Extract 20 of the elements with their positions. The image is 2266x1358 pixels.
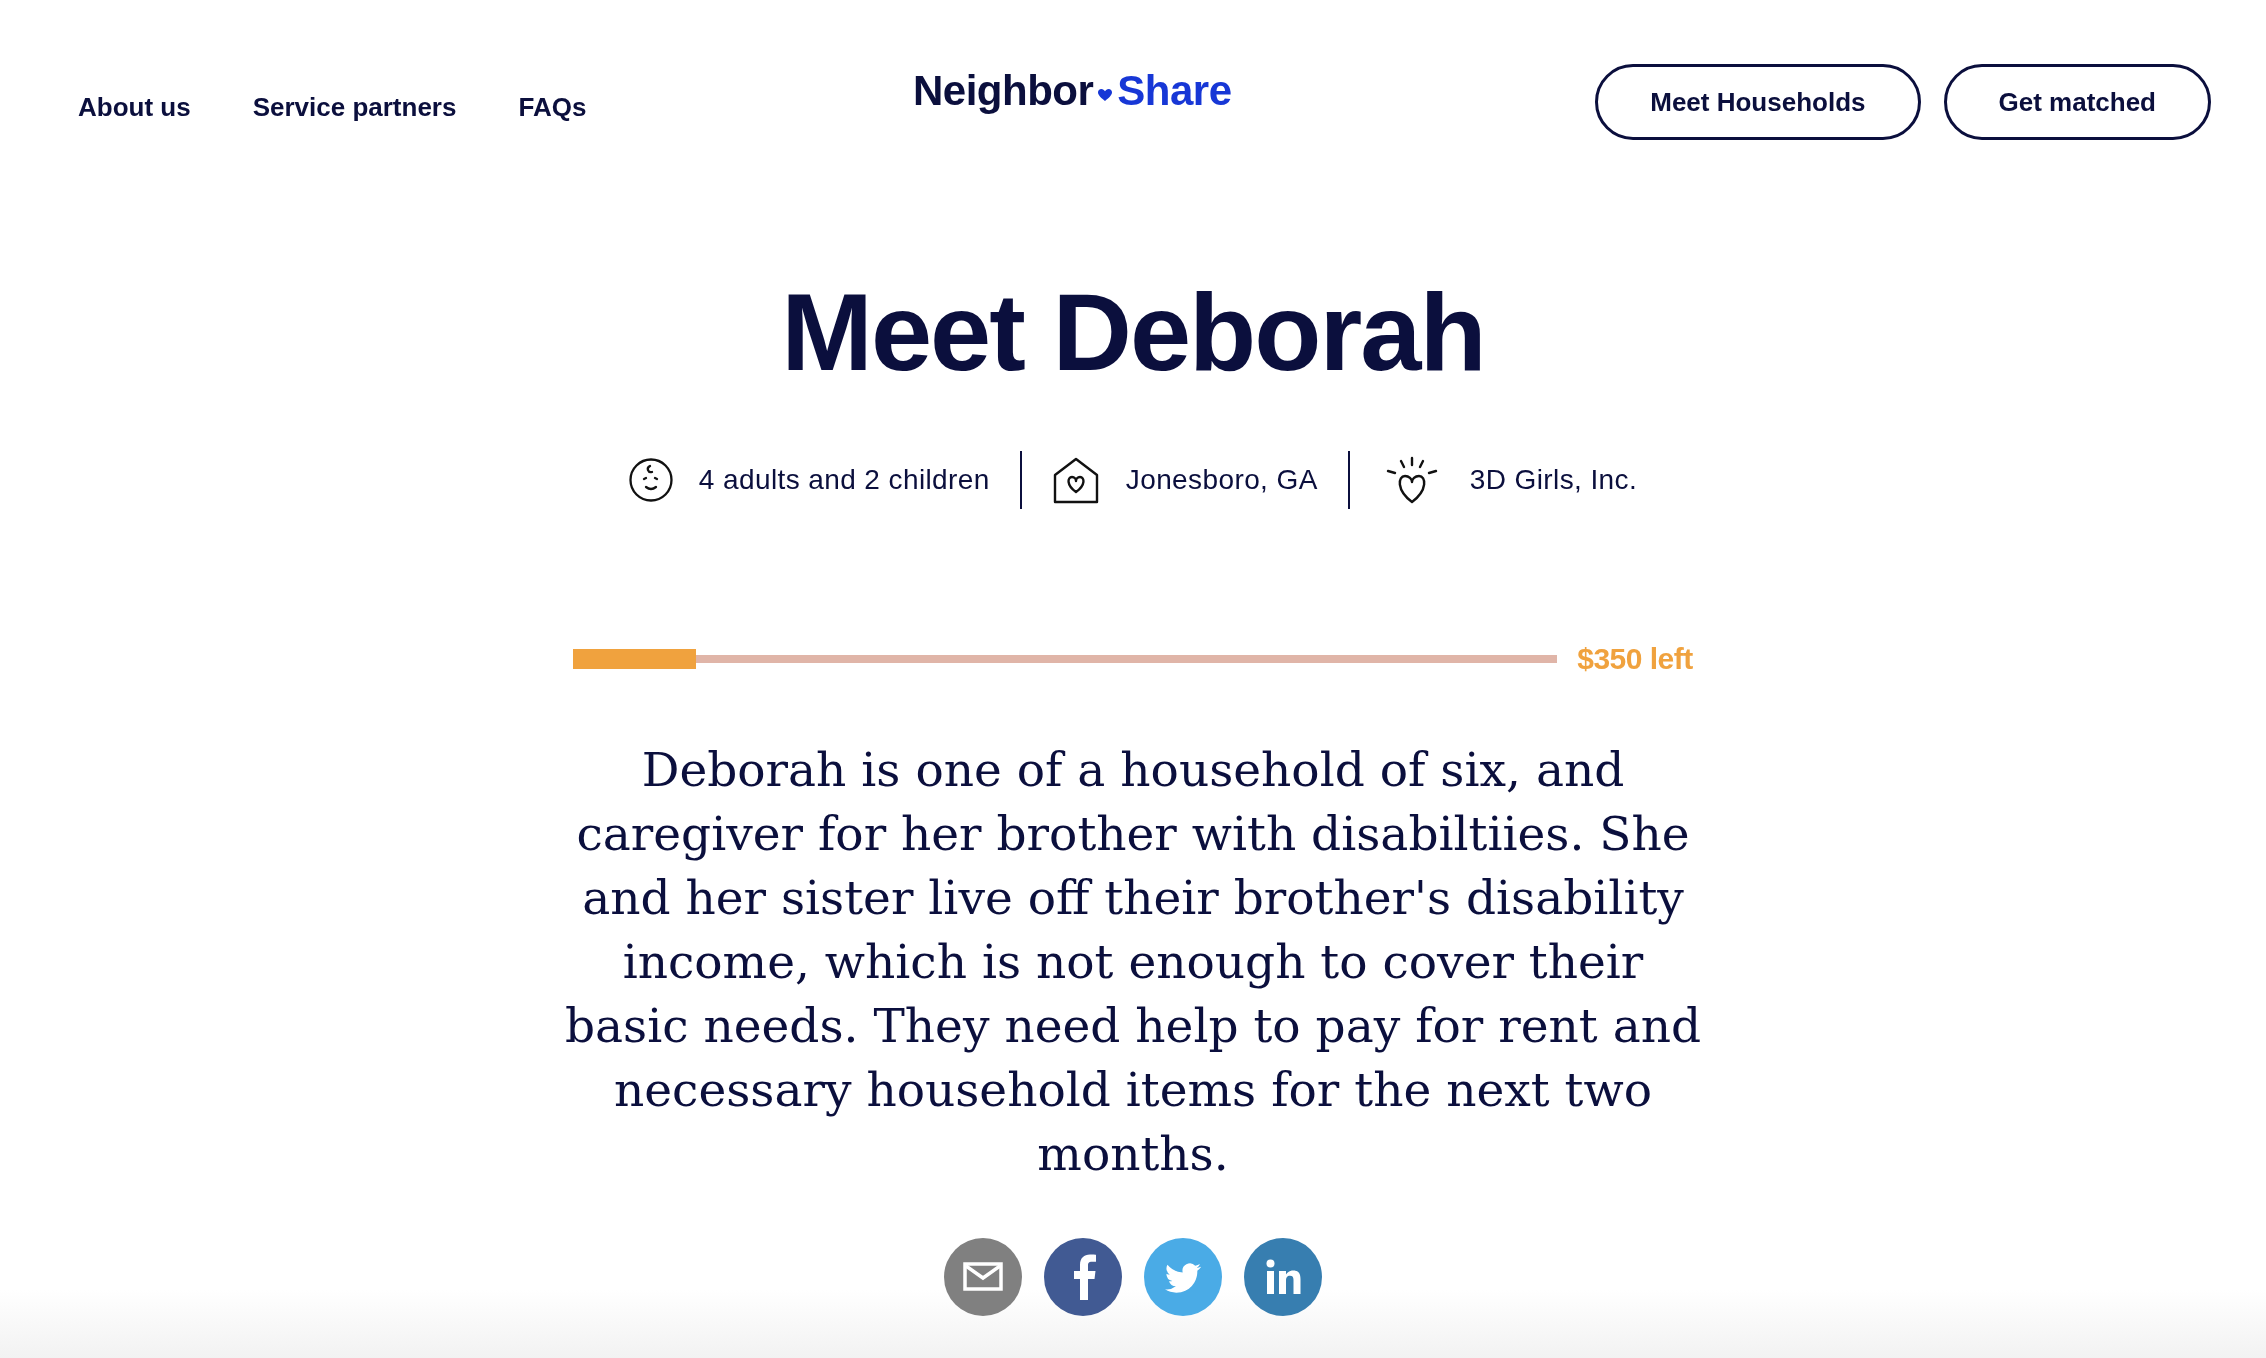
page-title: Meet Deborah bbox=[780, 272, 1486, 392]
fact-text: Jonesboro, GA bbox=[1125, 464, 1318, 496]
logo-text[interactable]: Neighbor bbox=[913, 67, 1094, 115]
linkedin-icon[interactable] bbox=[1244, 1238, 1322, 1316]
logo-text[interactable]: Share bbox=[1117, 67, 1232, 115]
twitter-icon[interactable] bbox=[1144, 1238, 1222, 1316]
house-heart-icon bbox=[1051, 456, 1100, 504]
baby-face-icon bbox=[628, 458, 673, 502]
remaining-amount: $350 left bbox=[1577, 642, 1693, 676]
fact-text: 4 adults and 2 children bbox=[698, 464, 990, 496]
heart-icon bbox=[1098, 89, 1113, 101]
facebook-icon[interactable] bbox=[1044, 1238, 1122, 1316]
nav-link[interactable]: FAQs bbox=[518, 91, 587, 123]
story-text: Deborah is one of a household of six, and caregiver for her brother with disabiltiies. She and her sister live off their brother's disability income, which is not enough to cover their basic needs. They need help to pay for rent and necessary household items for the next two months. bbox=[563, 741, 1703, 1183]
nav-link[interactable]: Service partners bbox=[252, 91, 457, 123]
header-button[interactable]: Meet Households bbox=[1595, 64, 1921, 140]
envelope-icon[interactable] bbox=[944, 1238, 1022, 1316]
fact-text: 3D Girls, Inc. bbox=[1469, 464, 1638, 496]
nav-link[interactable]: About us bbox=[78, 91, 191, 123]
header-button[interactable]: Get matched bbox=[1943, 64, 2211, 140]
